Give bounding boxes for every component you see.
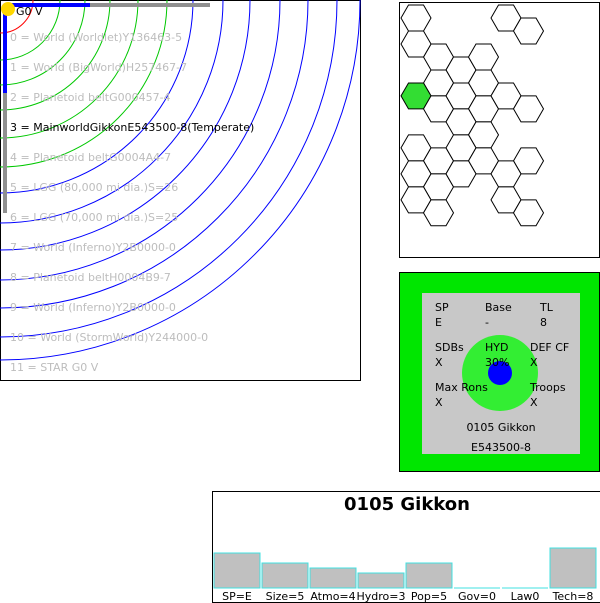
orbit-label[interactable]: 10 = World (StormWorld)Y244000-0 bbox=[10, 331, 208, 344]
orbit-label[interactable]: 0 = World (Worldlet)Y136463-5 bbox=[10, 31, 182, 44]
bar bbox=[405, 562, 453, 589]
bar bbox=[357, 572, 405, 589]
bar-label: Pop=5 bbox=[411, 590, 447, 602]
orbit-label[interactable]: 9 = World (Inferno)Y2B0000-0 bbox=[10, 301, 176, 314]
base-label: Base bbox=[485, 301, 512, 314]
def-cf-label: DEF CF bbox=[530, 341, 570, 354]
orbit-label[interactable]: 8 = Planetoid beltH0004B9-7 bbox=[10, 271, 171, 284]
left-bar-gray bbox=[3, 93, 7, 213]
tl-label: TL bbox=[540, 301, 553, 314]
orbit-label[interactable]: 4 = Planetoid beltG0004A4-7 bbox=[10, 151, 171, 164]
bar-label: Hydro=3 bbox=[357, 590, 406, 602]
bar-label: Law0 bbox=[511, 590, 540, 602]
world-detail-panel: SP E Base - TL 8 SDBs X HYD 30% DEF CF X… bbox=[399, 272, 600, 472]
orbit-label[interactable]: 7 = World (Inferno)Y2B0000-0 bbox=[10, 241, 176, 254]
base-value: - bbox=[485, 316, 489, 329]
max-rons-label: Max Rons bbox=[435, 381, 488, 394]
bar-chart-svg: SP=E Size=5 Atmo=4 Hydro=3 Pop=5 Gov=0 Law0 Tec… bbox=[213, 547, 597, 602]
orbit-label[interactable]: 5 = LGG (80,000 mi dia.)S=26 bbox=[10, 181, 178, 194]
subsector-hex-map[interactable] bbox=[399, 2, 600, 258]
uwp-bar-chart: 0105 Gikkon SP=E Size=5 Atmo=4 Hydro=3 Pop=5… bbox=[212, 491, 600, 603]
mainworld-orbit-label[interactable]: 3 = MainworldGikkonE543500-8(Temperate) bbox=[10, 121, 254, 134]
world-hex-name: 0105 Gikkon bbox=[466, 421, 536, 434]
troops-value: X bbox=[530, 396, 538, 409]
orbit-label[interactable]: 11 = STAR G0 V bbox=[10, 361, 98, 374]
hyd-label: HYD bbox=[485, 341, 509, 354]
bar bbox=[213, 552, 261, 589]
max-rons-value: X bbox=[435, 396, 443, 409]
sdbs-label: SDBs bbox=[435, 341, 464, 354]
bar-label: SP=E bbox=[222, 590, 252, 602]
orbit-label[interactable]: 1 = World (BigWorld)H257467-7 bbox=[10, 61, 187, 74]
sp-label: SP bbox=[435, 301, 449, 314]
bar-label: Tech=8 bbox=[552, 590, 594, 602]
hyd-value: 30% bbox=[485, 356, 510, 369]
bar bbox=[549, 547, 597, 589]
tl-value: 8 bbox=[540, 316, 547, 329]
bar-label: Gov=0 bbox=[458, 590, 496, 602]
bar-label: Atmo=4 bbox=[310, 590, 355, 602]
bar bbox=[309, 567, 357, 589]
world-detail-inner: SP E Base - TL 8 SDBs X HYD 30% DEF CF X… bbox=[422, 293, 580, 454]
left-bar-blue bbox=[3, 8, 7, 93]
bar-label: Size=5 bbox=[266, 590, 305, 602]
hex-grid[interactable] bbox=[400, 3, 599, 257]
bar bbox=[261, 562, 309, 589]
sdbs-value: X bbox=[435, 356, 443, 369]
top-bar-gray bbox=[90, 3, 210, 7]
star-label: G0 V bbox=[16, 5, 43, 18]
orbit-ring bbox=[0, 0, 168, 168]
star-icon bbox=[1, 2, 15, 16]
orbit-ring bbox=[0, 0, 338, 338]
orbit-panel: G0 V 0 = World (Worldlet)Y136463-5 1 = Wo… bbox=[0, 0, 362, 382]
hex-cell[interactable] bbox=[400, 4, 432, 32]
world-uwp: E543500-8 bbox=[471, 441, 531, 454]
sp-value: E bbox=[435, 316, 442, 329]
def-cf-value: X bbox=[530, 356, 538, 369]
troops-label: Troops bbox=[530, 381, 566, 394]
orbit-label[interactable]: 2 = Planetoid beltG000457-4 bbox=[10, 91, 171, 104]
orbit-label[interactable]: 6 = LGG (70,000 mi dia.)S=25 bbox=[10, 211, 178, 224]
